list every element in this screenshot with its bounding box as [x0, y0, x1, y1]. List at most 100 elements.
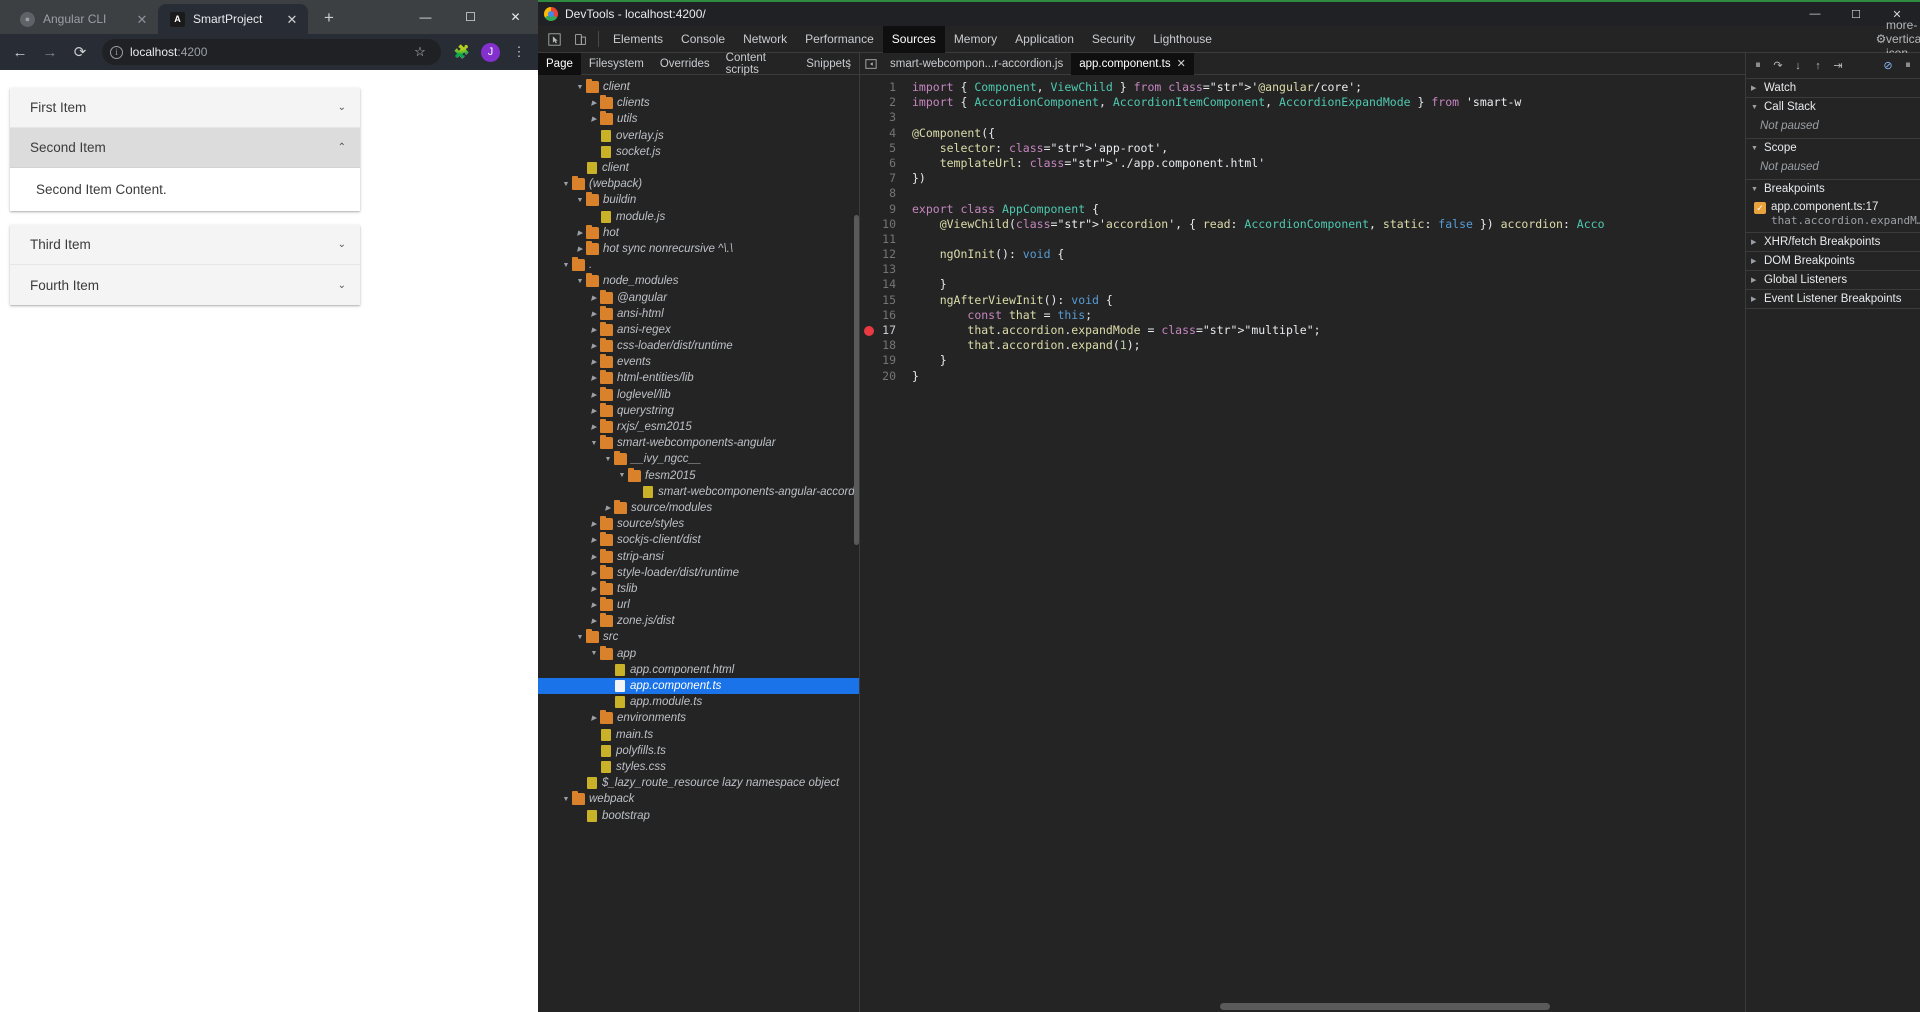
tree-node[interactable]: $_lazy_route_resource lazy namespace obj… — [538, 775, 859, 791]
line-number[interactable]: 1 — [860, 80, 904, 95]
code-horizontal-scrollbar[interactable] — [1220, 1003, 1550, 1010]
chevron-right-icon[interactable]: ▶ — [588, 423, 600, 431]
chevron-down-icon[interactable]: ▼ — [574, 278, 586, 285]
cursor-inspect-icon[interactable] — [541, 26, 567, 52]
chevron-right-icon[interactable]: ▶ — [588, 520, 600, 528]
line-number[interactable]: 11 — [860, 232, 904, 247]
chevron-right-icon[interactable]: ▶ — [588, 391, 600, 399]
line-number[interactable]: 5 — [860, 141, 904, 156]
editor-tab-app-component-ts[interactable]: app.component.ts ✕ — [1071, 52, 1194, 75]
tree-node[interactable]: polyfills.ts — [538, 743, 859, 759]
line-number[interactable]: 6 — [860, 156, 904, 171]
tree-node[interactable]: ▼ buildin — [538, 192, 859, 208]
tree-node[interactable]: smart-webcomponents-angular-accordion.js — [538, 484, 859, 500]
line-number[interactable]: 15 — [860, 293, 904, 308]
tree-node[interactable]: app.component.ts — [538, 677, 859, 695]
accordion-header-fourth[interactable]: Fourth Item ⌄ — [10, 265, 360, 305]
section-header-event-listener-breakpoints[interactable]: ▶ Event Listener Breakpoints — [1746, 290, 1920, 308]
chevron-down-icon[interactable]: ▼ — [588, 650, 600, 657]
chevron-right-icon[interactable]: ▶ — [588, 617, 600, 625]
nav-tab-content-scripts[interactable]: Content scripts — [718, 52, 799, 76]
line-number[interactable]: 17 — [860, 323, 904, 338]
extensions-icon[interactable]: 🧩 — [449, 39, 475, 65]
line-number[interactable]: 7 — [860, 171, 904, 186]
tree-node[interactable]: ▶ style-loader/dist/runtime — [538, 564, 859, 581]
line-number[interactable]: 10 — [860, 217, 904, 232]
chevron-down-icon[interactable]: ▼ — [560, 181, 572, 188]
tree-node[interactable]: ▶ zone.js/dist — [538, 613, 859, 629]
tab-memory[interactable]: Memory — [945, 26, 1006, 53]
show-navigator-icon[interactable] — [860, 53, 882, 75]
chevron-right-icon[interactable]: ▶ — [588, 310, 600, 318]
tree-node[interactable]: ▼. — [538, 257, 859, 273]
nav-tab-page[interactable]: Page — [538, 52, 581, 75]
chevron-right-icon[interactable]: ▶ — [574, 245, 586, 253]
chevron-right-icon[interactable]: ▶ — [588, 407, 600, 415]
more-vertical-icon[interactable]: ⋮ — [506, 39, 532, 65]
nav-tab-overrides[interactable]: Overrides — [652, 53, 718, 75]
tree-node[interactable]: ▶ html-entities/lib — [538, 370, 859, 386]
chevron-down-icon[interactable]: ▼ — [588, 440, 600, 447]
line-number[interactable]: 9 — [860, 202, 904, 217]
chevron-right-icon[interactable]: ▶ — [588, 294, 600, 302]
tree-node[interactable]: app.module.ts — [538, 694, 859, 710]
line-number[interactable]: 18 — [860, 338, 904, 353]
close-icon[interactable]: ✕ — [284, 13, 300, 26]
tree-node[interactable]: ▼ src — [538, 629, 859, 645]
tree-node[interactable]: ▼ client — [538, 79, 859, 95]
browser-tab-angular-cli[interactable]: ● Angular CLI ✕ — [8, 4, 158, 34]
section-header-watch[interactable]: ▶ Watch — [1746, 79, 1920, 97]
line-number[interactable]: 19 — [860, 353, 904, 368]
chevron-down-icon[interactable]: ▼ — [602, 456, 614, 463]
chevron-down-icon[interactable]: ▼ — [560, 262, 572, 269]
reload-icon[interactable]: ⟳ — [66, 38, 94, 66]
tab-security[interactable]: Security — [1083, 26, 1144, 53]
tree-node[interactable]: ▶ sockjs-client/dist — [538, 532, 859, 548]
tree-node[interactable]: ▶ loglevel/lib — [538, 386, 859, 403]
section-header-dom-breakpoints[interactable]: ▶ DOM Breakpoints — [1746, 252, 1920, 270]
tree-node[interactable]: ▶ hot sync nonrecursive ^\.\ — [538, 240, 859, 257]
code-viewer[interactable]: 1 import { Component, ViewChild } from cl… — [860, 75, 1745, 1012]
tree-node[interactable]: ▶ rxjs/_esm2015 — [538, 419, 859, 435]
accordion-header-second[interactable]: Second Item ⌃ — [10, 128, 360, 168]
tree-node[interactable]: ▶ strip-ansi — [538, 548, 859, 564]
tree-node[interactable]: ▼ smart-webcomponents-angular — [538, 435, 859, 451]
tree-node[interactable]: ▶ utils — [538, 111, 859, 127]
line-number[interactable]: 16 — [860, 308, 904, 323]
tab-network[interactable]: Network — [734, 26, 796, 53]
tab-performance[interactable]: Performance — [796, 26, 883, 53]
line-number[interactable]: 8 — [860, 186, 904, 201]
section-header-scope[interactable]: ▼ Scope — [1746, 139, 1920, 157]
tree-node[interactable]: ▶ events — [538, 354, 859, 370]
tab-application[interactable]: Application — [1006, 26, 1083, 53]
chevron-right-icon[interactable]: ▶ — [588, 536, 600, 544]
tab-sources[interactable]: Sources — [882, 25, 945, 53]
tree-node[interactable]: module.js — [538, 209, 859, 225]
breakpoint-row[interactable]: ✓ app.component.ts:17 that.accordion.exp… — [1746, 198, 1920, 232]
line-number[interactable]: 3 — [860, 110, 904, 125]
chevron-right-icon[interactable]: ▶ — [588, 569, 600, 577]
editor-tab-accordion-js[interactable]: smart-webcompon...r-accordion.js — [882, 53, 1071, 75]
site-info-icon[interactable]: i — [110, 45, 123, 59]
device-toolbar-icon[interactable] — [567, 26, 593, 52]
more-vertical-icon[interactable]: more-vertical-icon — [1886, 18, 1920, 60]
tree-node[interactable]: ▶ hot — [538, 224, 859, 241]
chevron-right-icon[interactable]: ▶ — [588, 358, 600, 366]
line-number[interactable]: 4 — [860, 126, 904, 141]
line-number[interactable]: 2 — [860, 95, 904, 110]
close-icon[interactable]: ✕ — [134, 13, 150, 26]
close-icon[interactable]: ✕ — [1177, 57, 1186, 70]
tree-node[interactable]: ▶ url — [538, 597, 859, 613]
breakpoint-checkbox[interactable]: ✓ — [1754, 202, 1766, 214]
section-header-breakpoints[interactable]: ▼ Breakpoints — [1746, 180, 1920, 198]
forward-icon[interactable]: → — [36, 38, 64, 66]
tree-node[interactable]: ▶ source/styles — [538, 516, 859, 532]
chevron-right-icon[interactable]: ▶ — [588, 115, 600, 123]
section-header-xhr-breakpoints[interactable]: ▶ XHR/fetch Breakpoints — [1746, 233, 1920, 251]
section-header-call-stack[interactable]: ▼ Call Stack — [1746, 98, 1920, 116]
tree-node[interactable]: styles.css — [538, 759, 859, 775]
tree-node[interactable]: ▼ webpack — [538, 791, 859, 807]
tree-node[interactable]: ▶ clients — [538, 95, 859, 111]
pause-script-icon[interactable]: ⏸ — [1748, 55, 1768, 77]
tree-node[interactable]: ▶ tslib — [538, 580, 859, 597]
